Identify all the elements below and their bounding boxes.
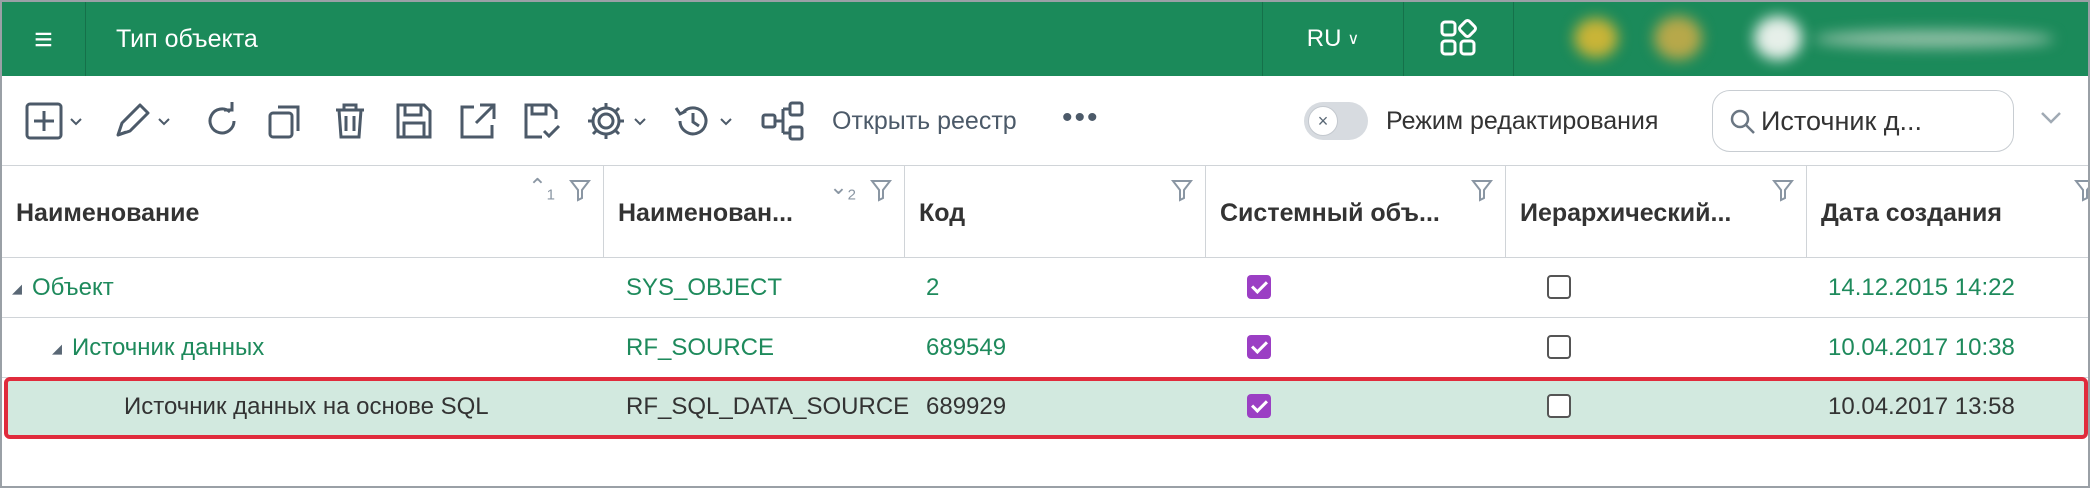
edit-icon [116, 103, 150, 137]
cell-name[interactable]: Источник данных на основе SQL [124, 377, 489, 437]
add-button[interactable] [24, 98, 84, 144]
toolbar: Открыть реестр ••• × Режим редактировани… [2, 76, 2088, 166]
sort-asc-icon[interactable]: ⌃1 [528, 174, 555, 203]
filter-icon[interactable] [1471, 178, 1493, 202]
cell-created: 10.04.2017 10:38 [1828, 334, 2015, 361]
apps-button[interactable] [1404, 2, 1514, 76]
cell-name[interactable]: ◢ Источник данных [52, 318, 264, 378]
chevron-down-icon [720, 118, 732, 126]
cell-name[interactable]: ◢ Объект [12, 258, 114, 318]
save-checked-button[interactable] [522, 98, 562, 144]
user-area-blurred [1514, 2, 2088, 76]
table-row-selected[interactable]: Источник данных на основе SQL RF_SQL_DAT… [4, 377, 2088, 439]
system-object-checkbox[interactable] [1247, 275, 1271, 299]
search-icon [1730, 109, 1755, 134]
search-input[interactable] [1761, 99, 2001, 143]
save-icon [396, 103, 432, 139]
column-header-system-object[interactable]: Системный объ... [1206, 166, 1506, 258]
open-registry-button[interactable]: Открыть реестр [832, 98, 1017, 144]
column-header-code[interactable]: Код [905, 166, 1206, 258]
edit-button[interactable] [112, 98, 172, 144]
tree-structure-icon [761, 101, 804, 141]
structure-button[interactable] [760, 98, 806, 144]
expand-triangle-icon[interactable]: ◢ [12, 259, 22, 319]
hamburger-icon: ≡ [34, 21, 53, 57]
app-window: ≡ Тип объекта RU ∨ Открыть реестр ••• × … [0, 0, 2090, 488]
cell-code: 689549 [926, 334, 1007, 361]
hierarchical-checkbox[interactable] [1547, 394, 1571, 418]
filter-icon[interactable] [569, 178, 591, 202]
top-header: ≡ Тип объекта RU ∨ [2, 2, 2088, 76]
column-label: Иерархический... [1520, 199, 1732, 227]
delete-button[interactable] [330, 98, 370, 144]
collapse-button[interactable] [2038, 104, 2064, 135]
history-button[interactable] [672, 98, 734, 144]
filter-icon[interactable] [870, 178, 892, 202]
filter-icon[interactable] [1171, 178, 1193, 202]
delete-icon [336, 103, 364, 139]
language-label: RU [1306, 25, 1342, 52]
chevron-down-icon [634, 118, 646, 126]
settings-button[interactable] [584, 98, 648, 144]
language-selector[interactable]: RU ∨ [1262, 2, 1404, 76]
save-button[interactable] [394, 98, 434, 144]
copy-icon [268, 105, 300, 139]
settings-icon [588, 103, 624, 139]
add-icon [25, 102, 63, 140]
chevron-down-icon [70, 118, 82, 126]
cell-system-name: SYS_OBJECT [626, 274, 783, 301]
hierarchical-checkbox[interactable] [1547, 335, 1571, 359]
cell-code: 2 [926, 274, 940, 301]
filter-icon[interactable] [2074, 178, 2090, 202]
chevron-down-icon [2041, 112, 2061, 124]
refresh-icon [208, 102, 236, 135]
cell-created: 10.04.2017 13:58 [1828, 393, 2015, 420]
chevron-down-icon [158, 118, 170, 126]
cell-system-name: RF_SQL_DATA_SOURCE [626, 393, 910, 420]
hierarchical-checkbox[interactable] [1547, 275, 1571, 299]
column-header-created[interactable]: Дата создания [1807, 166, 2090, 258]
expand-triangle-icon[interactable]: ◢ [52, 319, 62, 379]
column-header-hierarchical[interactable]: Иерархический... [1506, 166, 1807, 258]
column-label: Дата создания [1821, 199, 2002, 227]
row-name: Источник данных [72, 334, 265, 361]
grid-header: Наименование ⌃1 Наименован... ⌄2 Код Сис… [2, 166, 2090, 258]
edit-mode-toggle[interactable]: × [1304, 102, 1368, 140]
menu-button[interactable]: ≡ [2, 2, 86, 76]
row-name: Объект [32, 274, 114, 301]
table-row[interactable]: ◢ Источник данных RF_SOURCE 689549 10.04.… [2, 318, 2088, 378]
search-box [1712, 90, 2014, 152]
sort-desc-icon[interactable]: ⌄2 [829, 174, 856, 203]
open-external-icon [460, 103, 496, 139]
cell-system-name: RF_SOURCE [626, 334, 775, 361]
cell-created: 14.12.2015 14:22 [1828, 274, 2015, 301]
column-label: Системный объ... [1220, 199, 1440, 227]
column-header-name[interactable]: Наименование ⌃1 [2, 166, 604, 258]
page-title: Тип объекта [116, 25, 258, 53]
column-label: Наименован... [618, 199, 793, 227]
column-label: Наименование [16, 199, 200, 227]
system-object-checkbox[interactable] [1247, 394, 1271, 418]
more-button[interactable]: ••• [1062, 98, 1100, 144]
apps-grid-icon [1440, 19, 1477, 56]
table-row[interactable]: ◢ Объект SYS_OBJECT 2 14.12.2015 14:22 [2, 258, 2088, 318]
edit-mode-label: Режим редактирования [1386, 107, 1659, 135]
filter-icon[interactable] [1772, 178, 1794, 202]
column-header-system-name[interactable]: Наименован... ⌄2 [604, 166, 905, 258]
copy-button[interactable] [266, 98, 306, 144]
cell-code: 689929 [926, 393, 1007, 420]
save-checked-icon [524, 103, 561, 139]
open-external-button[interactable] [458, 98, 498, 144]
close-icon: × [1308, 106, 1338, 136]
column-label: Код [919, 199, 966, 227]
history-icon [674, 106, 708, 136]
system-object-checkbox[interactable] [1247, 335, 1271, 359]
refresh-button[interactable] [202, 98, 242, 144]
chevron-down-icon: ∨ [1347, 31, 1360, 48]
